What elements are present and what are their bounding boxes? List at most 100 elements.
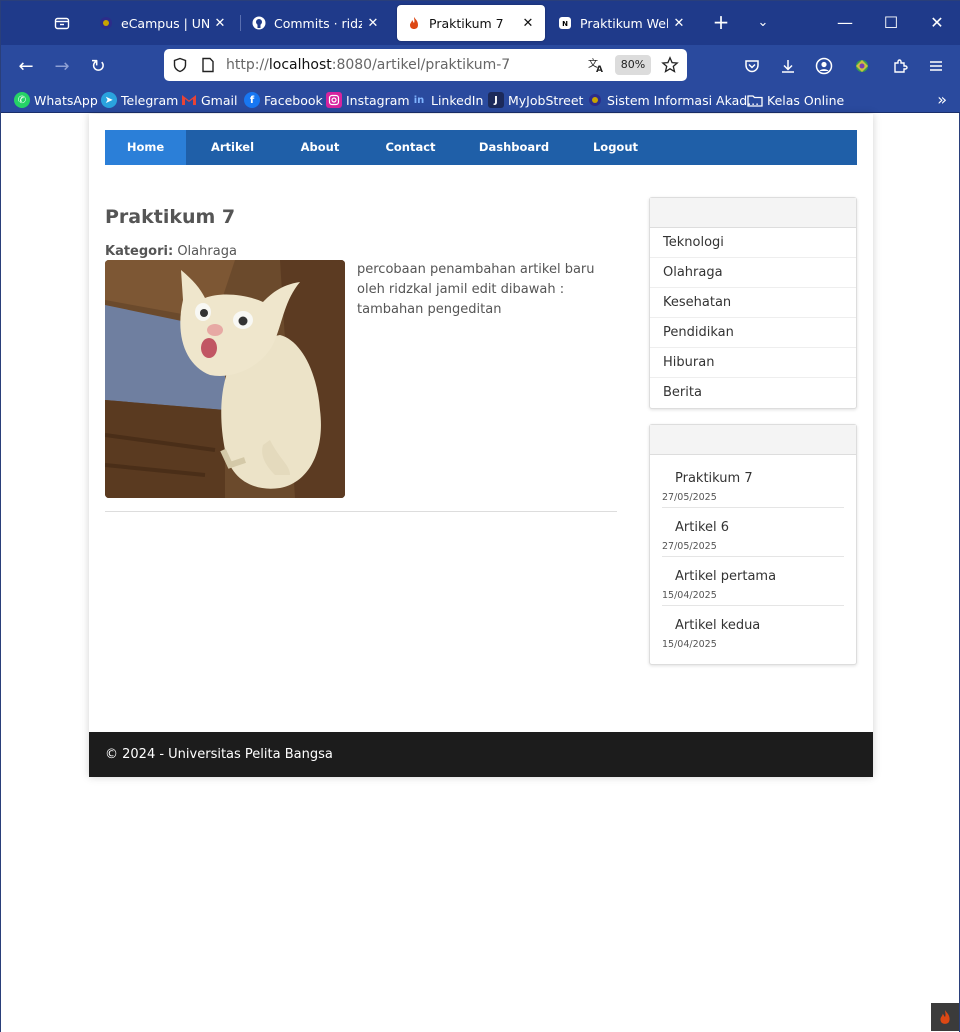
close-window-button[interactable]: ✕ [923, 9, 951, 37]
university-icon [99, 16, 113, 30]
instagram-icon [326, 92, 342, 108]
maximize-button[interactable]: ☐ [877, 9, 905, 37]
tab-ecampus[interactable]: eCampus | UNIVERSITAS PELITA BANGSA ✕ [89, 5, 237, 41]
new-tab-button[interactable]: + [709, 11, 733, 35]
category-item-teknologi[interactable]: Teknologi [650, 228, 856, 258]
codeigniter-icon [940, 1010, 950, 1024]
tab-label: Praktikum Web 2 - Notion [580, 15, 668, 31]
recent-article-link[interactable]: Artikel 6 [662, 518, 844, 538]
bookmark-instagram[interactable]: Instagram [326, 90, 410, 110]
nav-artikel[interactable]: Artikel [186, 130, 279, 165]
bookmark-whatsapp[interactable]: ✆ WhatsApp [14, 90, 98, 110]
reload-icon: ↻ [90, 56, 106, 77]
category-label: Kategori: [105, 244, 174, 259]
article-image [105, 260, 345, 498]
bookmark-facebook[interactable]: f Facebook [244, 90, 323, 110]
bookmark-telegram[interactable]: ➤ Telegram [101, 90, 178, 110]
category-item-hiburan[interactable]: Hiburan [650, 348, 856, 378]
cat-photo-illustration [105, 260, 345, 498]
url-host: localhost [268, 57, 332, 73]
back-button[interactable]: ← [12, 53, 40, 81]
bookmark-label: LinkedIn [431, 92, 484, 108]
bookmark-label: Kelas Online [767, 92, 845, 108]
facebook-icon: f [244, 92, 260, 108]
close-icon[interactable]: ✕ [521, 16, 535, 31]
maximize-icon: ☐ [883, 13, 899, 32]
debug-toolbar-button[interactable] [931, 1003, 959, 1031]
reload-button[interactable]: ↻ [84, 53, 112, 81]
recent-articles-widget: Artikel Terkini Praktikum 7 27/05/2025 A… [649, 424, 857, 665]
more-bookmarks-button[interactable]: » [937, 90, 947, 109]
recent-article-item: Artikel 6 27/05/2025 [662, 518, 844, 557]
folder-icon [747, 92, 763, 108]
plus-icon: + [712, 10, 730, 34]
recent-article-item: Artikel kedua 15/04/2025 [662, 616, 844, 654]
tab-label: Praktikum 7 [429, 15, 504, 31]
recent-article-link[interactable]: Artikel pertama [662, 567, 844, 587]
recent-article-list: Praktikum 7 27/05/2025 Artikel 6 27/05/2… [650, 455, 856, 664]
url-scheme: http:// [226, 57, 269, 73]
chevron-down-icon: ⌄ [757, 15, 769, 30]
menu-icon[interactable] [925, 55, 947, 77]
tab-list-button[interactable] [40, 5, 84, 41]
nav-contact[interactable]: Contact [361, 130, 460, 165]
translate-icon[interactable]: 文A [586, 55, 606, 75]
article-content: percobaan penambahan artikel baru oleh r… [357, 262, 595, 317]
bookmark-gmail[interactable]: Gmail [181, 90, 237, 110]
bookmark-label: Facebook [264, 92, 323, 108]
divider [105, 511, 617, 512]
account-icon[interactable] [813, 55, 835, 77]
nav-logout[interactable]: Logout [568, 130, 663, 165]
close-icon[interactable]: ✕ [672, 16, 686, 31]
recent-article-date: 15/04/2025 [662, 639, 717, 650]
zoom-level[interactable]: 80% [615, 55, 651, 75]
close-icon[interactable]: ✕ [366, 16, 380, 31]
codeigniter-icon [407, 16, 421, 30]
minimize-button[interactable]: — [831, 9, 859, 37]
list-all-tabs-button[interactable]: ⌄ [751, 11, 775, 35]
university-icon [587, 92, 603, 108]
address-bar[interactable]: http://localhost:8080/artikel/praktikum-… [164, 49, 687, 81]
nav-home[interactable]: Home [105, 130, 186, 165]
bookmark-star-icon[interactable] [660, 55, 680, 75]
gmail-icon [181, 92, 197, 108]
category-value: Olahraga [177, 244, 237, 259]
tab-bar: eCampus | UNIVERSITAS PELITA BANGSA ✕ Co… [1, 1, 960, 45]
url-text[interactable]: http://localhost:8080/artikel/praktikum-… [226, 57, 510, 73]
extension-globe-icon[interactable] [851, 55, 873, 77]
recent-article-item: Artikel pertama 15/04/2025 [662, 567, 844, 606]
category-item-olahraga[interactable]: Olahraga [650, 258, 856, 288]
bookmarks-toolbar: ✆ WhatsApp ➤ Telegram Gmail f Facebook I… [1, 87, 960, 113]
svg-text:N: N [562, 20, 568, 28]
extensions-puzzle-icon[interactable] [889, 55, 911, 77]
shield-icon[interactable] [170, 55, 190, 75]
category-item-pendidikan[interactable]: Pendidikan [650, 318, 856, 348]
category-item-kesehatan[interactable]: Kesehatan [650, 288, 856, 318]
nav-about[interactable]: About [279, 130, 361, 165]
tab-praktikum-7[interactable]: Praktikum 7 ✕ [397, 5, 545, 41]
site-nav: Home Artikel About Contact Dashboard Log… [105, 130, 857, 165]
tab-notion[interactable]: N Praktikum Web 2 - Notion ✕ [548, 5, 696, 41]
tab-label: Commits · ridzkaljamil/Lab7Web [274, 15, 362, 31]
forward-button[interactable]: → [48, 53, 76, 81]
close-icon[interactable]: ✕ [213, 16, 227, 31]
pocket-icon[interactable] [741, 55, 763, 77]
bookmark-myjobstreet[interactable]: J MyJobStreet [488, 90, 583, 110]
arrow-right-icon: → [54, 56, 70, 77]
recent-article-link[interactable]: Praktikum 7 [662, 469, 844, 489]
bookmark-kelas-online[interactable]: Kelas Online [747, 90, 844, 110]
nav-dashboard[interactable]: Dashboard [460, 130, 568, 165]
web-page: Home Artikel About Contact Dashboard Log… [1, 114, 959, 1032]
page-icon[interactable] [198, 55, 218, 75]
bookmark-linkedin[interactable]: in LinkedIn [411, 90, 484, 110]
bookmark-label: MyJobStreet [508, 92, 584, 108]
arrow-left-icon: ← [18, 56, 34, 77]
recent-widget-title: Artikel Terkini [650, 425, 856, 455]
download-icon[interactable] [777, 55, 799, 77]
category-item-berita[interactable]: Berita [650, 378, 856, 408]
bookmark-sistem-informasi[interactable]: Sistem Informasi Akad... [587, 90, 759, 110]
site-footer: © 2024 - Universitas Pelita Bangsa [89, 732, 873, 777]
bookmark-label: Sistem Informasi Akad... [607, 92, 760, 108]
tab-commits[interactable]: Commits · ridzkaljamil/Lab7Web ✕ [242, 5, 390, 41]
recent-article-link[interactable]: Artikel kedua [662, 616, 844, 636]
